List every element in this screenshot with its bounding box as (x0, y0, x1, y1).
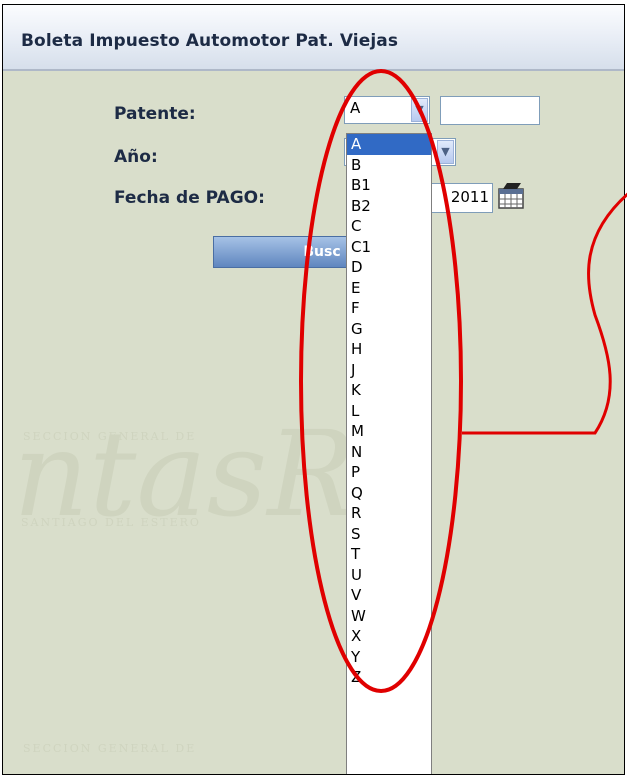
dropdown-option[interactable]: Q (347, 483, 431, 504)
dropdown-option[interactable]: P (347, 462, 431, 483)
dropdown-option[interactable]: T (347, 544, 431, 565)
fecha-pago-label: Fecha de PAGO: (114, 188, 265, 208)
dropdown-option[interactable]: E (347, 278, 431, 299)
dropdown-option[interactable]: N (347, 442, 431, 463)
dropdown-option[interactable]: Y (347, 647, 431, 668)
dropdown-option[interactable]: M (347, 421, 431, 442)
patente-number-input[interactable] (440, 96, 540, 125)
anio-label: Año: (114, 147, 158, 167)
dropdown-option[interactable]: Z (347, 667, 431, 688)
dropdown-option[interactable]: A (347, 134, 431, 155)
dropdown-option[interactable]: D (347, 257, 431, 278)
dropdown-option[interactable]: G (347, 319, 431, 340)
dropdown-option[interactable]: C (347, 216, 431, 237)
dropdown-option[interactable]: U (347, 565, 431, 586)
chevron-down-icon[interactable]: ▼ (437, 140, 454, 164)
dropdown-option[interactable]: J (347, 360, 431, 381)
dropdown-option[interactable]: B2 (347, 196, 431, 217)
patente-letter-value: A (350, 99, 361, 117)
dropdown-option[interactable]: B1 (347, 175, 431, 196)
dropdown-option[interactable]: R (347, 503, 431, 524)
dropdown-option[interactable]: B (347, 155, 431, 176)
dropdown-option[interactable]: C1 (347, 237, 431, 258)
dropdown-option[interactable]: K (347, 380, 431, 401)
watermark-line-3: SECCION GENERAL DE (23, 742, 197, 755)
dropdown-option[interactable]: X (347, 626, 431, 647)
dropdown-option[interactable]: H (347, 339, 431, 360)
dropdown-option[interactable]: S (347, 524, 431, 545)
watermark-line-2: SANTIAGO DEL ESTERO (21, 516, 201, 529)
buscar-button-label: Busc (303, 244, 341, 260)
chevron-down-icon[interactable]: ▼ (411, 98, 428, 122)
boleta-window: Boleta Impuesto Automotor Pat. Viejas SE… (2, 4, 625, 775)
patente-letter-select[interactable]: A ▼ (344, 96, 430, 124)
dropdown-option[interactable]: V (347, 585, 431, 606)
patente-label: Patente: (114, 104, 196, 124)
calendar-icon[interactable] (497, 181, 525, 209)
window-titlebar: Boleta Impuesto Automotor Pat. Viejas (3, 5, 624, 71)
patente-dropdown-list[interactable]: A B B1 B2 C C1 D E F G H J K L M N P Q R S T U V W X Y Z (346, 133, 432, 774)
dropdown-option[interactable]: F (347, 298, 431, 319)
dropdown-option[interactable]: L (347, 401, 431, 422)
window-title: Boleta Impuesto Automotor Pat. Viejas (21, 31, 399, 51)
dropdown-option[interactable]: W (347, 606, 431, 627)
